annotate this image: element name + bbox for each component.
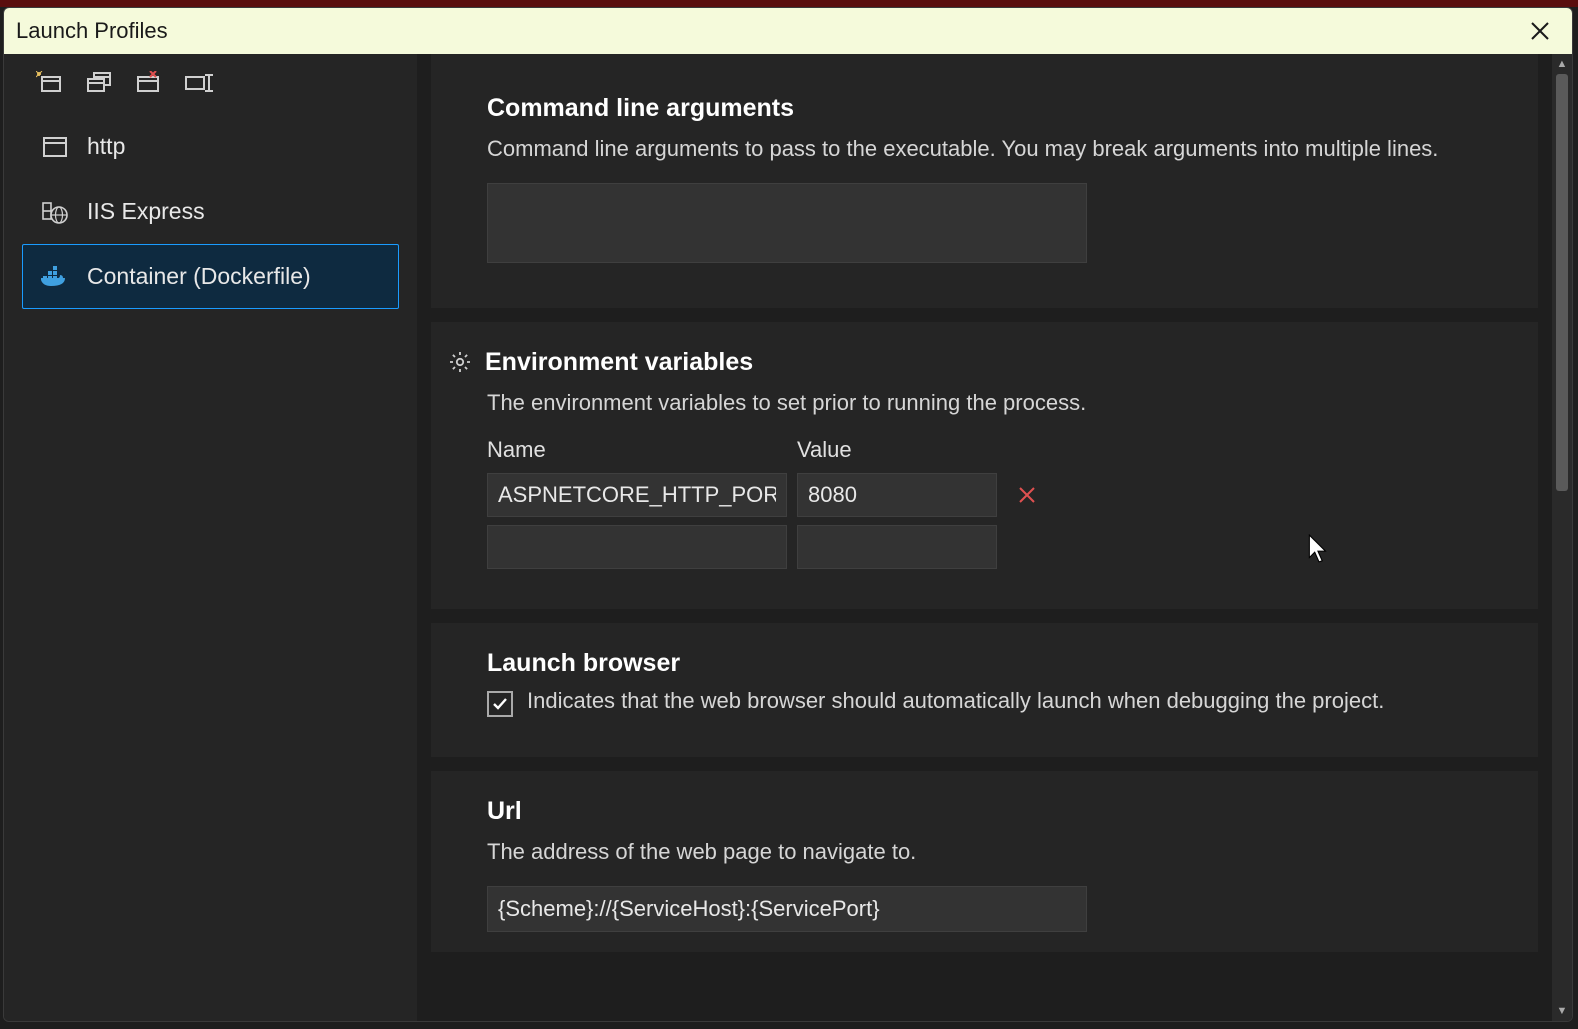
- rename-profile-icon: [185, 71, 213, 93]
- env-title: Environment variables: [485, 348, 753, 377]
- launch-browser-title: Launch browser: [487, 649, 1506, 678]
- env-value-input[interactable]: [808, 534, 986, 560]
- profile-label: IIS Express: [87, 198, 205, 225]
- close-button[interactable]: [1520, 12, 1560, 50]
- delete-profile-button[interactable]: [134, 70, 164, 94]
- section-cmdline: Command line arguments Command line argu…: [431, 54, 1538, 308]
- section-env: Environment variables The environment va…: [431, 322, 1538, 609]
- launch-browser-checkbox[interactable]: [487, 691, 513, 717]
- main-panel: Command line arguments Command line argu…: [417, 54, 1572, 1021]
- scrollbar[interactable]: ▲ ▼: [1552, 54, 1572, 1021]
- gear-icon: [447, 349, 473, 375]
- env-name-input[interactable]: [498, 534, 776, 560]
- env-desc: The environment variables to set prior t…: [487, 387, 1506, 419]
- env-col-value: Value: [797, 437, 997, 465]
- cmdline-title: Command line arguments: [487, 94, 1506, 123]
- window-icon: [41, 137, 69, 157]
- duplicate-profile-button[interactable]: [84, 70, 114, 94]
- section-url: Url The address of the web page to navig…: [431, 771, 1538, 952]
- sidebar-toolbar: [4, 60, 417, 114]
- docker-icon: [41, 266, 69, 288]
- url-desc: The address of the web page to navigate …: [487, 836, 1506, 868]
- url-input[interactable]: [487, 886, 1087, 932]
- env-value-cell[interactable]: [797, 473, 997, 517]
- profile-item-iis-express[interactable]: IIS Express: [22, 179, 399, 244]
- scroll-track[interactable]: [1552, 74, 1572, 1001]
- env-delete-button[interactable]: [1007, 485, 1047, 505]
- env-value-input[interactable]: [808, 482, 986, 508]
- profile-label: Container (Dockerfile): [87, 263, 311, 290]
- titlebar: Launch Profiles: [4, 8, 1572, 54]
- launch-profiles-dialog: Launch Profiles: [3, 7, 1573, 1022]
- delete-icon: [1017, 485, 1037, 505]
- scroll-up-button[interactable]: ▲: [1552, 54, 1572, 74]
- duplicate-profile-icon: [86, 71, 112, 93]
- sidebar: http IIS Express: [4, 54, 417, 1021]
- profile-item-container[interactable]: Container (Dockerfile): [22, 244, 399, 309]
- cmdline-input[interactable]: [487, 183, 1087, 263]
- new-profile-button[interactable]: [34, 70, 64, 94]
- new-profile-icon: [36, 71, 62, 93]
- launch-browser-desc: Indicates that the web browser should au…: [527, 688, 1384, 714]
- profile-label: http: [87, 133, 125, 160]
- close-icon: [1529, 20, 1551, 42]
- check-icon: [491, 695, 509, 713]
- env-table: Name Value: [487, 437, 1506, 569]
- globe-icon: [41, 200, 69, 224]
- profile-item-http[interactable]: http: [22, 114, 399, 179]
- delete-profile-icon: [136, 71, 162, 93]
- env-name-input[interactable]: [498, 482, 776, 508]
- cmdline-desc: Command line arguments to pass to the ex…: [487, 133, 1506, 165]
- dialog-title: Launch Profiles: [16, 18, 1520, 44]
- profile-list: http IIS Express: [4, 114, 417, 309]
- env-name-cell[interactable]: [487, 473, 787, 517]
- scroll-down-button[interactable]: ▼: [1552, 1001, 1572, 1021]
- env-value-cell[interactable]: [797, 525, 997, 569]
- env-col-name: Name: [487, 437, 787, 465]
- rename-profile-button[interactable]: [184, 70, 214, 94]
- url-title: Url: [487, 797, 1506, 826]
- scroll-thumb[interactable]: [1556, 74, 1568, 491]
- section-launch-browser: Launch browser Indicates that the web br…: [431, 623, 1538, 757]
- env-name-cell[interactable]: [487, 525, 787, 569]
